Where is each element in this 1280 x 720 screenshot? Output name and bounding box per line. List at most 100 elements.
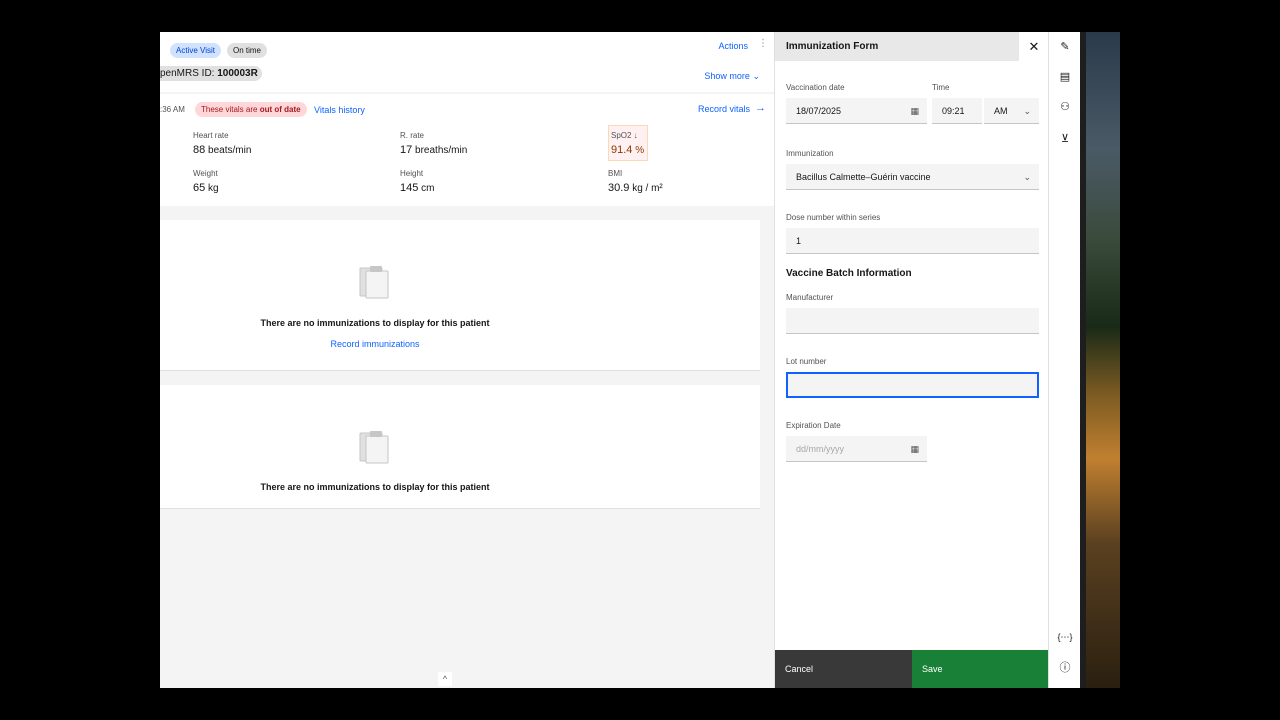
immunizations-card-secondary: There are no immunizations to display fo…: [160, 385, 760, 509]
help-icon[interactable]: ⓘ: [1049, 653, 1081, 683]
mouse-cursor-icon: ☝: [790, 625, 798, 639]
record-immunizations-link[interactable]: Record immunizations: [160, 339, 590, 349]
expiration-date-label: Expiration Date: [786, 421, 841, 430]
vital-label: Height: [400, 169, 424, 178]
vaccination-date-label: Vaccination date: [786, 83, 845, 92]
calendar-icon[interactable]: ▦: [910, 436, 919, 462]
vital-label: Heart rate: [193, 131, 229, 140]
patient-id-label: penMRS ID:: [160, 68, 215, 79]
side-rail: ✎ ▤ ⚇ ⊻ {⋯} ⓘ: [1048, 32, 1080, 688]
vital-value: 17 breaths/min: [400, 144, 467, 156]
patient-id-tag: penMRS ID: 100003R: [160, 66, 262, 81]
vital-number: 88: [193, 144, 206, 156]
vital-label: BMI: [608, 169, 623, 178]
vital-unit: %: [635, 145, 645, 156]
vital-number: 17: [400, 144, 413, 156]
chevron-down-icon: ⌄: [1023, 172, 1031, 182]
vital-number: 91.4: [611, 144, 633, 156]
dose-input[interactable]: 1: [786, 228, 1039, 254]
lot-number-input[interactable]: [786, 372, 1039, 398]
empty-state-text: There are no immunizations to display fo…: [260, 482, 490, 492]
clipboard-icon: [359, 266, 389, 299]
vaccination-date-value: 18/07/2025: [796, 106, 842, 116]
vital-weight: Weight 65 kg: [193, 169, 219, 194]
out-of-date-tag: These vitals are out of date: [195, 102, 307, 117]
vaccination-date-input[interactable]: 18/07/2025 ▦: [786, 98, 927, 124]
vital-value: 30.9 kg / m²: [608, 182, 663, 194]
lot-number-label: Lot number: [786, 357, 827, 366]
dose-label: Dose number within series: [786, 213, 881, 222]
vital-spo2: SpO2 ↓ 91.4 %: [611, 131, 644, 156]
overflow-menu-icon[interactable]: ⋮: [758, 38, 768, 49]
chevron-down-icon: ⌄: [1023, 106, 1031, 116]
vitals-section: :36 AM These vitals are out of date Vita…: [160, 94, 774, 206]
screen: Active Visit On time penMRS ID: 100003R …: [160, 32, 1120, 688]
record-vitals-link[interactable]: Record vitals: [698, 104, 750, 114]
patient-banner: Active Visit On time penMRS ID: 100003R …: [160, 32, 774, 92]
time-value: 09:21: [942, 106, 965, 116]
vital-unit: kg / m²: [632, 183, 663, 194]
vital-height: Height 145 cm: [400, 169, 434, 194]
vital-value: 91.4 %: [611, 144, 644, 156]
on-time-tag: On time: [227, 43, 268, 58]
vitals-time: :36 AM: [160, 105, 185, 114]
document-icon[interactable]: ▤: [1049, 62, 1081, 92]
code-icon[interactable]: {⋯}: [1049, 622, 1081, 652]
panel-header: Immunization Form ✕: [775, 32, 1049, 61]
vital-number: 65: [193, 182, 206, 194]
chevron-up-icon[interactable]: ^: [438, 672, 452, 686]
cart-icon[interactable]: ⊻: [1049, 124, 1081, 154]
expiration-date-input[interactable]: dd/mm/yyyy ▦: [786, 436, 927, 462]
vital-heart-rate: Heart rate 88 beats/min: [193, 131, 251, 156]
vital-label: SpO2 ↓: [611, 131, 638, 140]
vitals-history-link[interactable]: Vitals history: [314, 105, 365, 115]
patient-chart: Active Visit On time penMRS ID: 100003R …: [160, 32, 774, 688]
dose-value: 1: [796, 236, 802, 246]
show-more-button[interactable]: Show more ⌄: [704, 71, 760, 82]
vital-unit: breaths/min: [415, 145, 468, 156]
immunization-form-panel: Immunization Form ✕ Vaccination date 18/…: [774, 32, 1049, 688]
close-icon[interactable]: ✕: [1019, 32, 1049, 61]
manufacturer-input[interactable]: [786, 308, 1039, 334]
show-more-label: Show more: [704, 71, 750, 81]
batch-info-heading: Vaccine Batch Information: [786, 268, 912, 279]
vital-value: 145 cm: [400, 182, 434, 194]
vital-number: 145: [400, 182, 419, 194]
expiration-date-placeholder: dd/mm/yyyy: [796, 444, 845, 454]
immunization-value: Bacillus Calmette–Guérin vaccine: [796, 172, 931, 182]
calendar-icon[interactable]: ▦: [910, 98, 919, 124]
desktop-wallpaper: [1086, 32, 1120, 688]
chevron-down-icon: ⌄: [752, 71, 760, 81]
save-button[interactable]: Save: [912, 650, 1049, 688]
panel-title: Immunization Form: [786, 41, 879, 52]
actions-button[interactable]: Actions: [718, 41, 748, 51]
patient-id-value: 100003R: [217, 68, 258, 79]
ampm-select[interactable]: AM ⌄: [984, 98, 1039, 124]
out-of-date-bold: out of date: [259, 105, 301, 114]
arrow-right-icon[interactable]: →: [755, 102, 766, 114]
cancel-button[interactable]: Cancel: [775, 650, 912, 688]
vital-value: 65 kg: [193, 182, 219, 194]
immunizations-card: There are no immunizations to display fo…: [160, 220, 760, 371]
active-visit-tag: Active Visit: [170, 43, 221, 58]
vital-bmi: BMI 30.9 kg / m²: [608, 169, 663, 194]
vital-number: 30.9: [608, 182, 630, 194]
vital-label: Weight: [193, 169, 218, 178]
pen-icon[interactable]: ✎: [1049, 32, 1081, 62]
out-of-date-prefix: These vitals are: [201, 105, 260, 114]
clipboard-icon: [359, 431, 389, 464]
empty-state-text: There are no immunizations to display fo…: [260, 318, 490, 328]
time-label: Time: [932, 83, 950, 92]
immunization-label: Immunization: [786, 149, 834, 158]
vital-resp-rate: R. rate 17 breaths/min: [400, 131, 467, 156]
vital-label: R. rate: [400, 131, 425, 140]
ampm-value: AM: [994, 106, 1008, 116]
people-icon[interactable]: ⚇: [1049, 92, 1081, 122]
vital-unit: beats/min: [208, 145, 252, 156]
immunization-select[interactable]: Bacillus Calmette–Guérin vaccine ⌄: [786, 164, 1039, 190]
manufacturer-label: Manufacturer: [786, 293, 834, 302]
time-input[interactable]: 09:21: [932, 98, 982, 124]
vital-value: 88 beats/min: [193, 144, 251, 156]
vital-unit: cm: [421, 183, 435, 194]
vital-unit: kg: [208, 183, 219, 194]
